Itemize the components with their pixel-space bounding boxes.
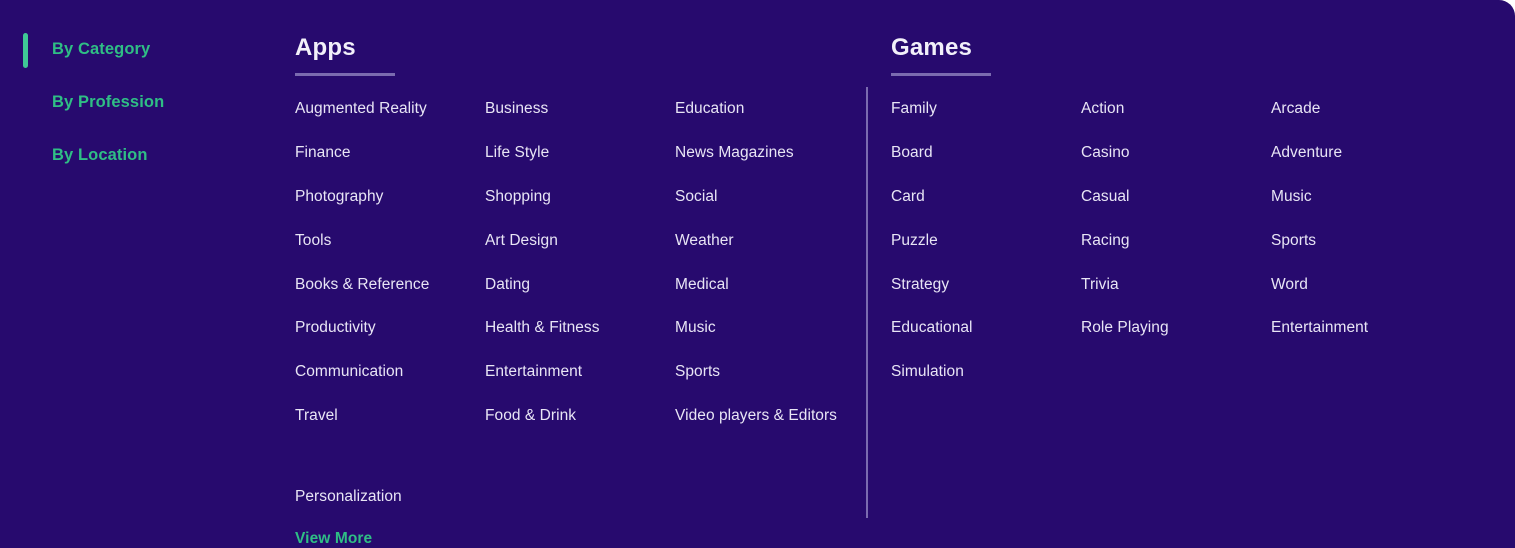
category-link[interactable]: Personalization — [295, 486, 485, 507]
category-link[interactable]: Photography — [295, 186, 485, 207]
category-link[interactable]: News Magazines — [675, 142, 890, 163]
category-link[interactable]: Education — [675, 98, 890, 119]
category-link[interactable]: Simulation — [891, 361, 1081, 382]
category-link[interactable]: Adventure — [1271, 142, 1486, 163]
category-link[interactable]: Travel — [295, 405, 485, 426]
apps-column-1: Augmented Reality Finance Photography To… — [295, 98, 485, 548]
sidebar-item-by-location[interactable]: By Location — [52, 146, 148, 165]
games-column-1: Family Board Card Puzzle Strategy Educat… — [891, 98, 1081, 405]
category-link[interactable]: Music — [675, 317, 890, 338]
category-link[interactable]: Weather — [675, 230, 890, 251]
category-link[interactable]: Social — [675, 186, 890, 207]
category-link[interactable]: Life Style — [485, 142, 675, 163]
games-title-underline — [891, 73, 991, 76]
category-link[interactable]: Music — [1271, 186, 1486, 207]
category-link[interactable]: Dating — [485, 274, 675, 295]
category-link[interactable]: Card — [891, 186, 1081, 207]
category-link[interactable]: Entertainment — [1271, 317, 1486, 338]
category-link[interactable]: Books & Reference — [295, 274, 485, 295]
apps-section-title: Apps — [295, 34, 356, 61]
category-link[interactable]: Video players & Editors — [675, 405, 890, 426]
category-link[interactable]: Entertainment — [485, 361, 675, 382]
category-link[interactable]: Sports — [1271, 230, 1486, 251]
section-divider — [866, 87, 868, 518]
category-link[interactable]: Art Design — [485, 230, 675, 251]
category-link[interactable]: Educational — [891, 317, 1081, 338]
games-column-2: Action Casino Casual Racing Trivia Role … — [1081, 98, 1271, 405]
category-link[interactable]: Shopping — [485, 186, 675, 207]
active-indicator-bar — [23, 33, 28, 68]
category-link[interactable]: Communication — [295, 361, 485, 382]
category-link[interactable]: Sports — [675, 361, 890, 382]
category-link[interactable]: Racing — [1081, 230, 1271, 251]
category-link[interactable]: Family — [891, 98, 1081, 119]
category-link[interactable]: Finance — [295, 142, 485, 163]
view-more-link[interactable]: View More — [295, 530, 485, 548]
category-link[interactable]: Action — [1081, 98, 1271, 119]
category-link[interactable]: Strategy — [891, 274, 1081, 295]
games-column-3: Arcade Adventure Music Sports Word Enter… — [1271, 98, 1486, 405]
category-link[interactable]: Tools — [295, 230, 485, 251]
category-mega-menu: By Category By Profession By Location Ap… — [0, 0, 1515, 548]
category-link[interactable]: Casual — [1081, 186, 1271, 207]
apps-columns: Augmented Reality Finance Photography To… — [295, 98, 890, 548]
category-link[interactable]: Role Playing — [1081, 317, 1271, 338]
category-link[interactable]: Puzzle — [891, 230, 1081, 251]
games-columns: Family Board Card Puzzle Strategy Educat… — [891, 98, 1486, 405]
category-link[interactable]: Business — [485, 98, 675, 119]
category-link[interactable]: Augmented Reality — [295, 98, 485, 119]
category-link[interactable]: Arcade — [1271, 98, 1486, 119]
sidebar-item-by-profession[interactable]: By Profession — [52, 93, 164, 112]
games-section-title: Games — [891, 34, 973, 61]
apps-column-2: Business Life Style Shopping Art Design … — [485, 98, 675, 548]
category-link[interactable]: Trivia — [1081, 274, 1271, 295]
category-link[interactable]: Food & Drink — [485, 405, 675, 426]
category-link[interactable]: Health & Fitness — [485, 317, 675, 338]
category-link[interactable]: Productivity — [295, 317, 485, 338]
apps-column-3: Education News Magazines Social Weather … — [675, 98, 890, 548]
category-link[interactable]: Medical — [675, 274, 890, 295]
category-link[interactable]: Board — [891, 142, 1081, 163]
category-link[interactable]: Word — [1271, 274, 1486, 295]
apps-title-underline — [295, 73, 395, 76]
sidebar-item-by-category[interactable]: By Category — [52, 40, 150, 59]
category-link[interactable]: Casino — [1081, 142, 1271, 163]
sidebar: By Category By Profession By Location — [0, 0, 278, 548]
